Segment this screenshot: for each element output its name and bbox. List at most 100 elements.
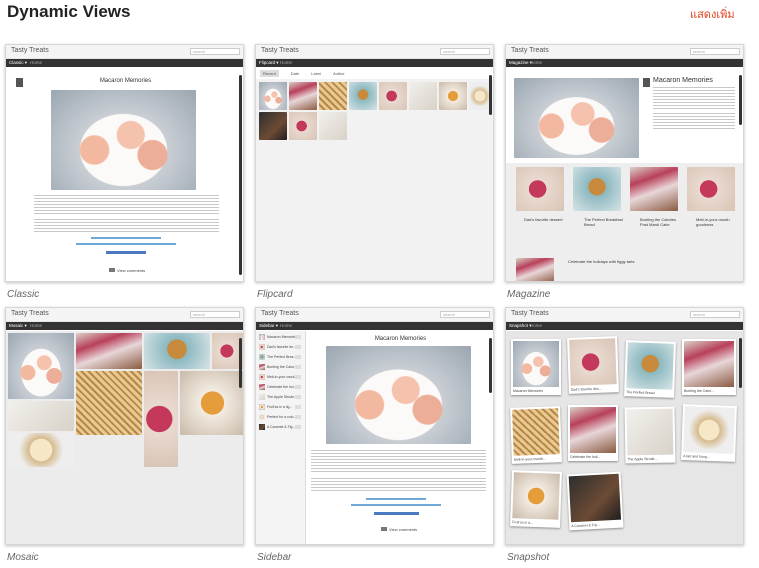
show-more-link[interactable]: แสดงเพิ่ม xyxy=(690,5,735,23)
scrollbar xyxy=(739,75,742,125)
tile-photo xyxy=(8,401,74,431)
tile-photo xyxy=(8,433,74,467)
tile-photo xyxy=(409,82,437,110)
preview-blog-title: Tasty Treats xyxy=(11,310,49,317)
preview-nav: Sidebar ▾ Home xyxy=(256,322,493,330)
preview-search-input: search xyxy=(190,311,240,318)
preview-search-input: search xyxy=(190,48,240,55)
home-link: Home xyxy=(280,323,293,328)
tab-recent: Recent xyxy=(260,70,279,77)
preview-blog-title: Tasty Treats xyxy=(261,47,299,54)
tile-photo xyxy=(319,82,347,110)
post-body-text xyxy=(311,450,486,472)
view-card-snapshot[interactable]: Tasty Treats search Snapshot ▾ Home Maca… xyxy=(505,307,744,545)
tab-date: Date xyxy=(290,71,300,76)
label-magazine: Magazine xyxy=(507,289,551,300)
label-snapshot: Snapshot xyxy=(507,552,550,563)
post-body-text-2 xyxy=(34,219,219,233)
sidebar-item: A Caramel & Fig... xyxy=(259,423,301,432)
preview-nav: Flipcard ▾ Home xyxy=(256,59,493,67)
view-selector: Snapshot ▾ xyxy=(509,323,532,328)
tab-label: Label xyxy=(311,71,321,76)
macaron-photo xyxy=(51,90,196,190)
share-buttons xyxy=(374,512,419,515)
tile-photo xyxy=(319,112,347,140)
sidebar-item: The Perfect Brea... xyxy=(259,353,301,362)
view-comments-link: View comments xyxy=(389,527,418,532)
view-card-sidebar[interactable]: Tasty Treats search Sidebar ▾ Home Macar… xyxy=(255,307,494,545)
view-selector: Sidebar ▾ xyxy=(259,323,279,328)
featured-title: Macaron Memories xyxy=(653,77,713,84)
tile-photo xyxy=(259,82,287,110)
page-title: Dynamic Views xyxy=(7,2,131,21)
snapshot-card: A tart and hung... xyxy=(681,404,737,462)
preview-blog-title: Tasty Treats xyxy=(511,47,549,54)
post-thumb xyxy=(687,167,735,211)
share-buttons xyxy=(106,251,146,254)
post-title: The Perfect Breakfast Bread xyxy=(584,217,623,227)
preview-search-input: search xyxy=(690,48,740,55)
view-selector: Flipcard ▾ xyxy=(259,60,279,65)
flipcard-grid xyxy=(256,79,493,281)
post-meta-links xyxy=(91,237,161,239)
preview-search-input: search xyxy=(440,311,490,318)
tile-photo xyxy=(76,333,142,369)
post-thumb xyxy=(630,167,678,211)
tab-author: Author xyxy=(332,71,345,76)
sidebar-list: Macaron Memories Dad's favorite de... Th… xyxy=(256,331,306,544)
sidebar-item: Macaron Memories xyxy=(259,333,301,342)
view-card-flipcard[interactable]: Tasty Treats search Flipcard ▾ Home Rece… xyxy=(255,44,494,282)
preview-blog-title: Tasty Treats xyxy=(511,310,549,317)
snapshot-board: Macaron Memories Dad's favorite des... T… xyxy=(506,331,743,544)
preview-header: Tasty Treats search xyxy=(256,45,493,59)
preview-header: Tasty Treats search xyxy=(506,308,743,322)
post-thumb xyxy=(516,258,554,281)
preview-header: Tasty Treats search xyxy=(506,45,743,59)
home-link: Home xyxy=(530,323,543,328)
label-flipcard: Flipcard xyxy=(257,289,293,300)
preview-nav: Classic ▾ Home xyxy=(6,59,243,67)
date-badge xyxy=(643,78,650,87)
label-classic: Classic xyxy=(7,289,40,300)
sidebar-item: Dad's favorite de... xyxy=(259,343,301,352)
post-title: Dad's favorite dessert xyxy=(524,217,563,222)
featured-text xyxy=(653,87,735,109)
home-link: Home xyxy=(280,60,293,65)
post-title: Macaron Memories xyxy=(374,336,427,342)
sidebar-item: The Apple Strude... xyxy=(259,393,301,402)
tile-photo xyxy=(180,371,243,435)
snapshot-card: The Perfect Bread xyxy=(624,340,676,398)
tile-photo xyxy=(289,82,317,110)
preview-search-input: search xyxy=(440,48,490,55)
scrollbar xyxy=(739,338,742,388)
view-selector: Magazine ▾ xyxy=(509,60,533,65)
tile-photo xyxy=(144,371,178,467)
flipcard-tabs: Recent Date Label Author xyxy=(260,70,357,77)
post-thumb xyxy=(516,167,564,211)
sidebar-item: Celebrate the hol... xyxy=(259,383,301,392)
home-link: Home xyxy=(30,60,43,65)
label-mosaic: Mosaic xyxy=(7,552,39,563)
featured-photo xyxy=(514,78,639,158)
magazine-grid: Dad's favorite dessert The Perfect Break… xyxy=(506,163,743,281)
tile-photo xyxy=(349,82,377,110)
mosaic-grid xyxy=(6,331,243,544)
post-label-links xyxy=(351,504,441,506)
post-title: Macaron Memories xyxy=(99,78,152,84)
snapshot-card: Celebrate the holi... xyxy=(568,405,618,461)
scrollbar xyxy=(489,75,492,115)
view-selector: Classic ▾ xyxy=(9,60,28,65)
view-card-magazine[interactable]: Tasty Treats search Magazine ▾ Home Maca… xyxy=(505,44,744,282)
sidebar-item: Bunting the Calor... xyxy=(259,363,301,372)
comment-icon xyxy=(109,268,115,272)
view-card-classic[interactable]: Tasty Treats search Classic ▾ Home Macar… xyxy=(5,44,244,282)
view-card-mosaic[interactable]: Tasty Treats search Mosaic ▾ Home xyxy=(5,307,244,545)
post-thumb xyxy=(573,167,621,211)
tile-photo xyxy=(259,112,287,140)
featured-text-2 xyxy=(653,113,735,131)
sidebar-item: Perfect for a colo... xyxy=(259,413,301,422)
home-link: Home xyxy=(530,60,543,65)
tile-photo xyxy=(144,333,210,369)
view-comments-link: View comments xyxy=(117,268,146,273)
snapshot-card: Macaron Memories xyxy=(511,339,561,395)
